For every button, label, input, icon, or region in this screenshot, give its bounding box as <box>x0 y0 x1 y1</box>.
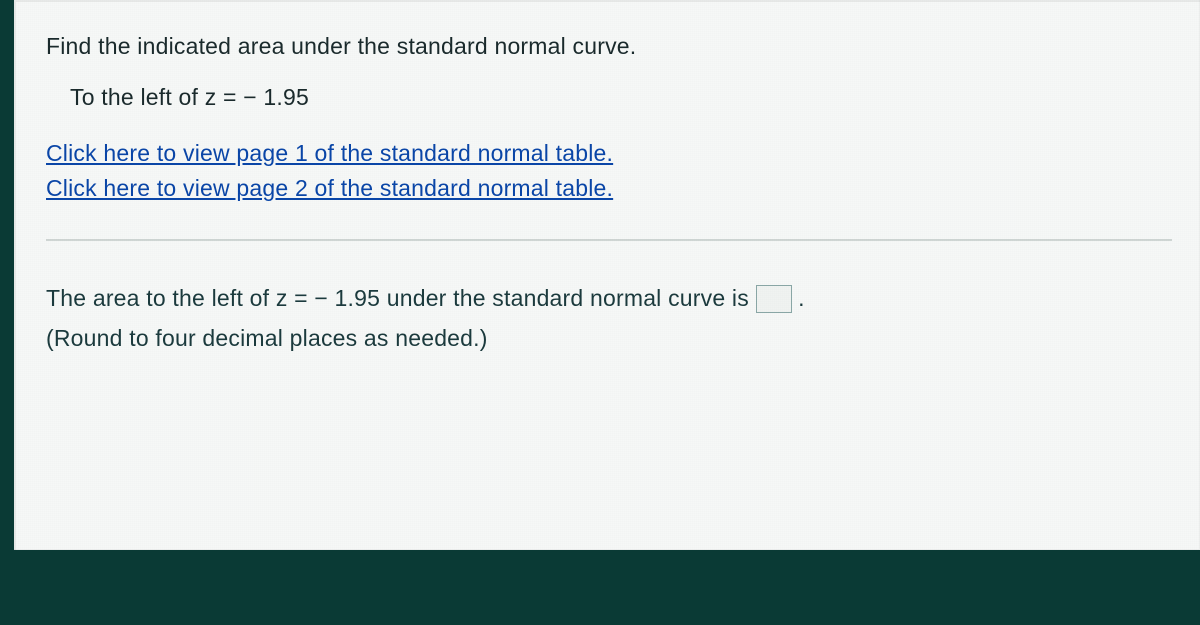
standard-normal-table-page1-link[interactable]: Click here to view page 1 of the standar… <box>46 140 613 166</box>
answer-prefix: The area to the left of z = − 1.95 under… <box>46 285 756 311</box>
link-row-1: Click here to view page 1 of the standar… <box>46 137 1172 170</box>
section-divider <box>46 239 1172 241</box>
answer-suffix: . <box>798 285 805 311</box>
answer-sentence: The area to the left of z = − 1.95 under… <box>46 281 1172 317</box>
standard-normal-table-page2-link[interactable]: Click here to view page 2 of the standar… <box>46 175 613 201</box>
question-detail: To the left of z = − 1.95 <box>70 81 1172 114</box>
rounding-hint: (Round to four decimal places as needed.… <box>46 321 1172 357</box>
link-row-2: Click here to view page 2 of the standar… <box>46 172 1172 205</box>
app-window: Find the indicated area under the standa… <box>0 0 1200 625</box>
answer-input[interactable] <box>756 285 792 313</box>
question-prompt: Find the indicated area under the standa… <box>46 30 1172 63</box>
question-panel: Find the indicated area under the standa… <box>14 0 1200 550</box>
